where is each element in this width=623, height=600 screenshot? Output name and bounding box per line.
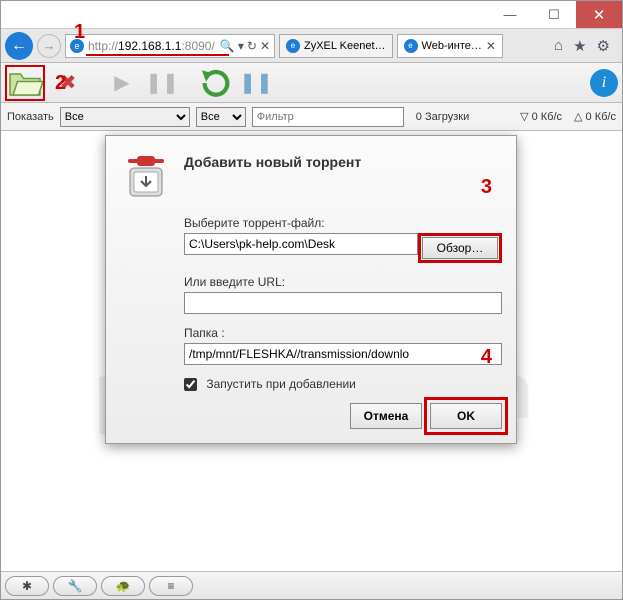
- cancel-button[interactable]: Отмена: [350, 403, 422, 429]
- minimize-button[interactable]: —: [488, 1, 532, 28]
- stop-icon[interactable]: ✕: [260, 39, 270, 53]
- browser-navbar: ← → e http://192.168.1.1:8090/ 🔍 ▾ ↻ ✕ e…: [1, 29, 622, 63]
- add-torrent-dialog: 3 4 Добавить новый торрент Выберите торр…: [105, 135, 517, 444]
- annotation-underline: [86, 54, 229, 56]
- torrent-file-input[interactable]: [184, 233, 418, 255]
- filter-input[interactable]: [252, 107, 404, 127]
- tracker-select[interactable]: Все: [196, 107, 246, 127]
- start-button[interactable]: ▶: [105, 67, 139, 99]
- tab-zyxel[interactable]: e ZyXEL Keenet…: [279, 34, 393, 58]
- start-when-added-checkbox[interactable]: [184, 378, 197, 391]
- home-icon[interactable]: ⌂: [554, 37, 563, 55]
- url-label: Или введите URL:: [184, 275, 502, 289]
- back-button[interactable]: ←: [5, 32, 33, 60]
- filter-label: Показать: [7, 111, 54, 123]
- tools-icon[interactable]: ⚙: [597, 37, 610, 55]
- info-button[interactable]: i: [590, 69, 618, 97]
- page-favicon: e: [70, 39, 84, 53]
- ok-button[interactable]: OK: [430, 403, 502, 429]
- pause-all-button[interactable]: ❚❚: [239, 67, 273, 99]
- file-label: Выберите торрент-файл:: [184, 216, 502, 230]
- url-text: http://192.168.1.1:8090/: [88, 39, 215, 53]
- filter-bar: Показать Все Все 0 Загрузки ▽ 0 Кб/с △ 0…: [1, 103, 622, 131]
- transmission-toolbar: ✖ ▶ ❚❚ ❚❚ i: [1, 63, 622, 103]
- turtle-mode-button[interactable]: 🐢: [101, 576, 145, 596]
- prefs-button[interactable]: 🔧: [53, 576, 97, 596]
- search-icon[interactable]: 🔍: [220, 39, 235, 53]
- folder-label: Папка :: [184, 326, 502, 340]
- dialog-title: Добавить новый торрент: [184, 150, 361, 202]
- refresh-icon[interactable]: ↻: [247, 39, 257, 53]
- tab-label: ZyXEL Keenet…: [304, 40, 386, 52]
- tab-favicon: e: [404, 39, 418, 53]
- transmission-logo-icon: [120, 150, 172, 202]
- torrent-list: pk-help.com 3 4 Добавить новый торрент В…: [1, 131, 622, 571]
- window-titlebar: — ☐ ✕: [1, 1, 622, 29]
- upload-speed: △ 0 Кб/с: [574, 110, 616, 123]
- tab-label: Web-инте…: [422, 40, 482, 52]
- status-bar: ✱ 🔧 🐢 ≡: [1, 571, 622, 599]
- forward-button[interactable]: →: [37, 34, 61, 58]
- address-bar[interactable]: e http://192.168.1.1:8090/ 🔍 ▾ ↻ ✕: [65, 34, 275, 58]
- folder-input[interactable]: [184, 343, 502, 365]
- tab-web-interface[interactable]: e Web-инте… ✕: [397, 34, 503, 58]
- download-speed: ▽ 0 Кб/с: [520, 110, 562, 123]
- resume-all-button[interactable]: [199, 67, 233, 99]
- start-when-added-label: Запустить при добавлении: [206, 377, 356, 391]
- filter-select[interactable]: Все: [60, 107, 190, 127]
- browse-button[interactable]: Обзор…: [422, 237, 498, 259]
- pause-button[interactable]: ❚❚: [145, 67, 179, 99]
- url-dropdown-icon[interactable]: ▾: [238, 39, 244, 53]
- tab-close-icon[interactable]: ✕: [486, 39, 496, 53]
- compact-view-button[interactable]: ≡: [149, 576, 193, 596]
- open-torrent-button[interactable]: [5, 65, 45, 101]
- maximize-button[interactable]: ☐: [532, 1, 576, 28]
- settings-button[interactable]: ✱: [5, 576, 49, 596]
- url-input[interactable]: [184, 292, 502, 314]
- remove-torrent-button[interactable]: ✖: [51, 67, 85, 99]
- close-button[interactable]: ✕: [576, 1, 622, 28]
- tab-favicon: e: [286, 39, 300, 53]
- torrent-count: 0 Загрузки: [416, 111, 469, 123]
- favorites-icon[interactable]: ★: [573, 37, 586, 55]
